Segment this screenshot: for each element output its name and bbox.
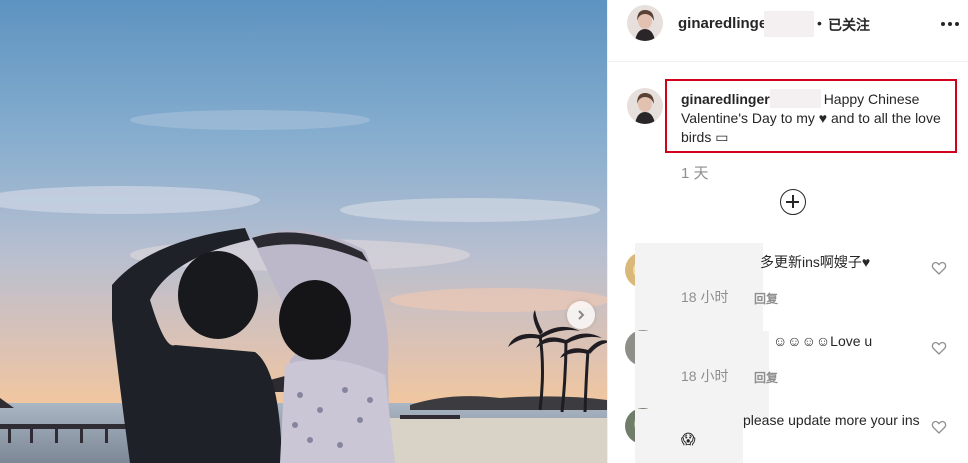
caption-timestamp: 1 天 [681,165,709,182]
caption-avatar[interactable] [627,88,663,124]
load-more-comments-button[interactable] [780,189,806,215]
heart-outline-icon [931,341,947,355]
comment-timestamp: 18 小时 [681,289,729,305]
reply-button[interactable]: 回复 [754,369,778,386]
post-dialog: ginaredlinger • 已关注 ginaredlinger Happy … [0,0,968,463]
heart-outline-icon [931,420,947,434]
comment-text: 多更新ins啊嫂子♥ [760,253,870,272]
author-username[interactable]: ginaredlinger [678,15,773,32]
sunset-heart-photo [0,0,607,463]
more-options-icon [941,22,959,26]
comment-body: 多更新ins啊嫂子♥ [760,254,871,270]
caption-highlight-box [665,79,957,153]
author-avatar[interactable] [627,5,663,41]
like-comment-button[interactable] [931,260,947,276]
post-photo [0,0,607,463]
caption-avatar-image [627,88,663,124]
comment-timestamp: 18 小时 [681,368,729,384]
following-button[interactable]: 已关注 [828,15,870,35]
comment-text: ☺☺☺☺Love u [773,332,872,351]
heart-outline-icon [931,261,947,275]
comment-text: please update more your ins 😱 [681,411,921,449]
reply-button[interactable]: 回复 [754,290,778,307]
like-comment-button[interactable] [931,340,947,356]
comment-body: ☺☺☺☺Love u [773,333,873,349]
redaction-mask [764,11,814,37]
next-photo-button[interactable] [567,301,595,329]
author-avatar-image [627,5,663,41]
comment-body: please update more your ins 😱 [681,412,920,447]
chevron-right-icon [578,310,585,320]
post-header: ginaredlinger • 已关注 [608,0,968,62]
more-options-button[interactable] [938,14,962,34]
post-side-panel: ginaredlinger • 已关注 ginaredlinger Happy … [607,0,968,463]
separator-dot: • [817,15,822,31]
like-comment-button[interactable] [931,419,947,435]
